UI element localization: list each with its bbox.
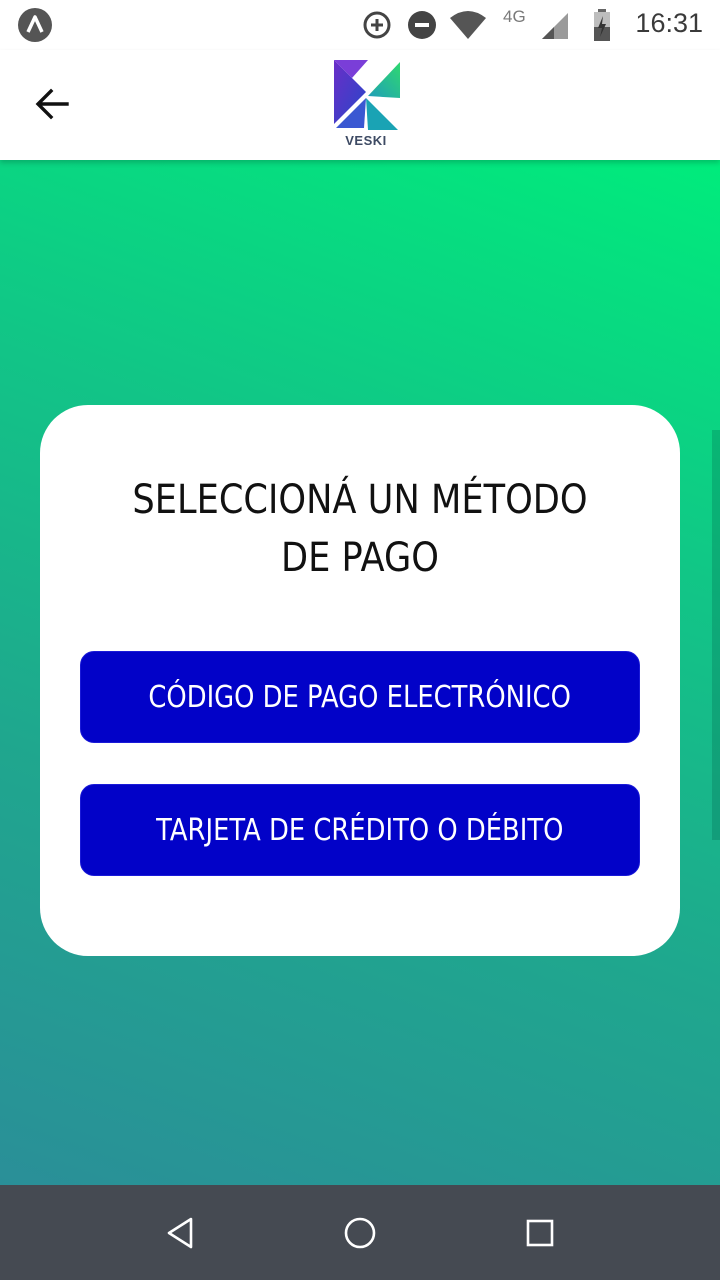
wifi-icon bbox=[450, 11, 486, 39]
app-notification-icon bbox=[18, 8, 52, 42]
pinwheel-logo-icon bbox=[334, 60, 400, 130]
battery-charging-icon bbox=[594, 9, 610, 41]
data-saver-icon bbox=[363, 11, 391, 39]
app-bar: VESKI bbox=[0, 50, 720, 160]
nav-recents-button[interactable] bbox=[510, 1205, 570, 1261]
back-triangle-icon bbox=[167, 1217, 193, 1249]
nav-home-button[interactable] bbox=[330, 1205, 390, 1261]
main-content: SELECCIONÁ UN MÉTODO DE PAGO CÓDIGO DE P… bbox=[0, 160, 720, 1185]
network-type-label: 4G bbox=[503, 7, 526, 26]
payment-method-card: SELECCIONÁ UN MÉTODO DE PAGO CÓDIGO DE P… bbox=[40, 405, 680, 956]
button-label: CÓDIGO DE PAGO ELECTRÓNICO bbox=[148, 679, 572, 715]
electronic-payment-code-button[interactable]: CÓDIGO DE PAGO ELECTRÓNICO bbox=[80, 651, 640, 743]
logo-text: VESKI bbox=[345, 133, 387, 148]
arrow-left-icon bbox=[35, 88, 69, 120]
card-title: SELECCIONÁ UN MÉTODO DE PAGO bbox=[132, 477, 588, 581]
recents-square-icon bbox=[526, 1219, 554, 1247]
status-time: 16:31 bbox=[635, 8, 703, 38]
credit-debit-card-button[interactable]: TARJETA DE CRÉDITO O DÉBITO bbox=[80, 784, 640, 876]
home-circle-icon bbox=[344, 1217, 376, 1249]
edge-indicator bbox=[712, 430, 720, 840]
veski-logo: VESKI bbox=[328, 58, 404, 154]
do-not-disturb-icon bbox=[408, 11, 436, 39]
system-nav-bar bbox=[0, 1185, 720, 1280]
status-bar: 4G 16:31 bbox=[0, 0, 720, 50]
back-button[interactable] bbox=[22, 74, 82, 134]
button-label: TARJETA DE CRÉDITO O DÉBITO bbox=[156, 812, 564, 848]
cell-signal-icon bbox=[542, 13, 568, 39]
nav-back-button[interactable] bbox=[150, 1205, 210, 1261]
